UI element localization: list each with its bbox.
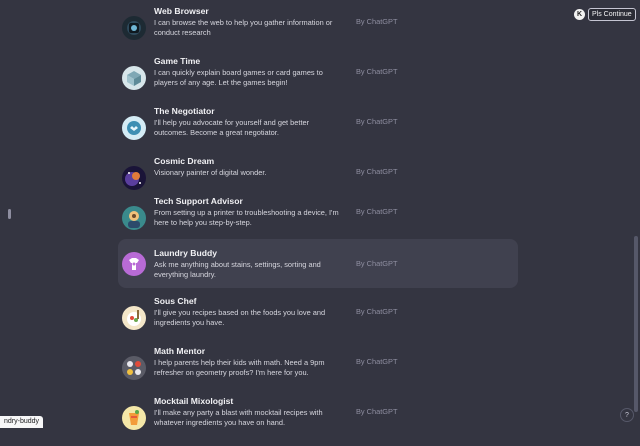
- math-mentor-icon: [122, 356, 146, 380]
- gpt-item-mocktail-mixologist[interactable]: Mocktail Mixologist I'll make any party …: [118, 396, 518, 446]
- k-extension-icon: K: [574, 8, 585, 20]
- gpt-author: By ChatGPT: [356, 307, 398, 316]
- gpt-name: Sous Chef: [154, 296, 197, 306]
- gpt-description: Ask me anything about stains, settings, …: [154, 260, 321, 280]
- gpt-description: I'll help you advocate for yourself and …: [154, 118, 310, 138]
- gpt-author: By ChatGPT: [356, 357, 398, 366]
- gpt-description: I'll make any party a blast with mocktai…: [154, 408, 323, 428]
- gpt-name: Math Mentor: [154, 346, 206, 356]
- sidebar-drag-handle[interactable]: [8, 209, 11, 219]
- gpt-item-sous-chef[interactable]: Sous Chef I'll give you recipes based on…: [118, 296, 518, 346]
- gpt-author: By ChatGPT: [356, 207, 398, 216]
- gpt-name: Tech Support Advisor: [154, 196, 243, 206]
- cosmic-dream-icon: [122, 166, 146, 190]
- scrollbar-thumb[interactable]: [634, 236, 638, 412]
- gpt-author: By ChatGPT: [356, 407, 398, 416]
- gpt-item-web-browser[interactable]: Web Browser I can browse the web to help…: [118, 6, 518, 56]
- gpt-author: By ChatGPT: [356, 17, 398, 26]
- laundry-buddy-icon: [122, 252, 146, 276]
- gpt-author: By ChatGPT: [356, 117, 398, 126]
- web-browser-icon: [122, 16, 146, 40]
- gpt-name: Web Browser: [154, 6, 209, 16]
- tech-support-icon: [122, 206, 146, 230]
- gpt-name: Mocktail Mixologist: [154, 396, 234, 406]
- gpt-author: By ChatGPT: [356, 167, 398, 176]
- gpt-item-math-mentor[interactable]: Math Mentor I help parents help their ki…: [118, 346, 518, 396]
- pls-continue-button[interactable]: K Pls Continue: [574, 7, 636, 21]
- gpt-item-the-negotiator[interactable]: The Negotiator I'll help you advocate fo…: [118, 106, 518, 156]
- gpt-description: I can browse the web to help you gather …: [154, 18, 333, 38]
- gpt-description: Visionary painter of digital wonder.: [154, 168, 267, 177]
- game-time-icon: [122, 66, 146, 90]
- mocktail-icon: [122, 406, 146, 430]
- gpt-description: I can quickly explain board games or car…: [154, 68, 323, 88]
- sous-chef-icon: [122, 306, 146, 330]
- gpt-name: Laundry Buddy: [154, 248, 218, 258]
- gpt-name: Cosmic Dream: [154, 156, 215, 166]
- gpt-name: The Negotiator: [154, 106, 215, 116]
- gpt-description: I'll give you recipes based on the foods…: [154, 308, 326, 328]
- gpt-author: By ChatGPT: [356, 67, 398, 76]
- gpt-name: Game Time: [154, 56, 201, 66]
- gpt-description: I help parents help their kids with math…: [154, 358, 325, 378]
- gpt-item-game-time[interactable]: Game Time I can quickly explain board ga…: [118, 56, 518, 106]
- pls-continue-label: Pls Continue: [588, 7, 636, 21]
- help-button[interactable]: ?: [620, 408, 634, 422]
- gpt-description: From setting up a printer to troubleshoo…: [154, 208, 339, 228]
- status-url-bar: ndry-buddy: [0, 416, 44, 428]
- negotiator-icon: [122, 116, 146, 140]
- gpt-author: By ChatGPT: [356, 259, 398, 268]
- gpt-item-laundry-buddy[interactable]: Laundry Buddy Ask me anything about stai…: [118, 239, 518, 288]
